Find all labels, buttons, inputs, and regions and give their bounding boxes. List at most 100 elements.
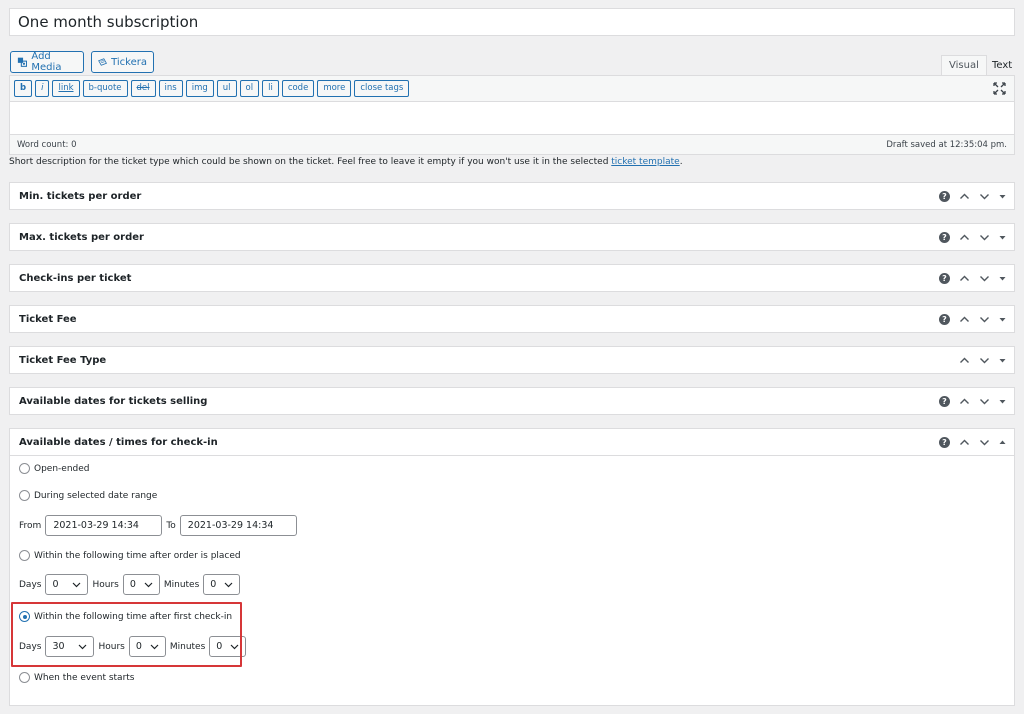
help-icon[interactable]: ? xyxy=(939,396,950,407)
to-date-input[interactable]: 2021-03-29 14:34 xyxy=(179,515,297,536)
radio-after-first-checkin[interactable] xyxy=(19,611,30,622)
help-icon[interactable]: ? xyxy=(939,273,950,284)
toggle-arrow-icon[interactable] xyxy=(999,316,1006,323)
panel-header[interactable]: Check-ins per ticket ? xyxy=(10,265,1014,292)
ticket-template-link[interactable]: ticket template xyxy=(611,157,679,167)
description-end: . xyxy=(679,157,683,167)
qt-link-button[interactable]: link xyxy=(52,80,80,97)
option-after-first-checkin[interactable]: Within the following time after first ch… xyxy=(19,611,232,622)
chevron-up-icon[interactable] xyxy=(959,232,970,243)
help-icon[interactable]: ? xyxy=(939,314,950,325)
after-order-hours-select[interactable]: 0 xyxy=(122,574,160,595)
word-count: Word count: 0 xyxy=(17,139,77,150)
after-order-days-select[interactable]: 0 xyxy=(45,574,89,595)
chevron-down-icon[interactable] xyxy=(979,273,990,284)
toggle-arrow-icon[interactable] xyxy=(999,357,1006,364)
panel-header[interactable]: Max. tickets per order ? xyxy=(10,224,1014,251)
panel-header[interactable]: Min. tickets per order ? xyxy=(10,183,1014,210)
option-event-starts[interactable]: When the event starts xyxy=(19,672,134,683)
radio-after-order[interactable] xyxy=(19,550,30,561)
toggle-arrow-icon[interactable] xyxy=(999,234,1006,241)
qt-code-button[interactable]: code xyxy=(281,80,315,97)
qt-close-tags-button[interactable]: close tags xyxy=(354,80,410,97)
chevron-up-icon[interactable] xyxy=(959,396,970,407)
days-label: Days xyxy=(19,641,42,652)
option-label: Within the following time after first ch… xyxy=(34,611,233,622)
field-description: Short description for the ticket type wh… xyxy=(9,157,683,167)
panel-min-tickets: Min. tickets per order ? xyxy=(9,182,1015,210)
qt-img-button[interactable]: img xyxy=(185,80,214,97)
radio-event-starts[interactable] xyxy=(19,672,30,683)
panel-available-dates-selling: Available dates for tickets selling ? xyxy=(9,387,1015,415)
option-label: When the event starts xyxy=(34,672,135,683)
chevron-down-icon[interactable] xyxy=(979,355,990,366)
add-media-button[interactable]: Add Media xyxy=(10,51,84,73)
option-date-range[interactable]: During selected date range xyxy=(19,490,157,501)
panel-title: Available dates for tickets selling xyxy=(19,396,208,407)
hours-label: Hours xyxy=(98,641,125,652)
minutes-label: Minutes xyxy=(169,641,206,652)
radio-open-ended[interactable] xyxy=(19,463,30,474)
title-input[interactable]: One month subscription xyxy=(9,8,1015,36)
panel-header[interactable]: Available dates / times for check-in ? xyxy=(10,429,1014,456)
chevron-down-icon[interactable] xyxy=(979,232,990,243)
tickera-button[interactable]: Tickera xyxy=(91,51,154,73)
panel-checkin-dates: Available dates / times for check-in ? O… xyxy=(9,428,1015,706)
chevron-down-icon[interactable] xyxy=(979,396,990,407)
qt-italic-button[interactable]: i xyxy=(35,80,50,97)
qt-blockquote-button[interactable]: b-quote xyxy=(82,80,128,97)
qt-more-button[interactable]: more xyxy=(317,80,352,97)
after-checkin-minutes-select[interactable]: 0 xyxy=(209,636,247,657)
ticket-icon xyxy=(98,58,108,66)
panel-title: Ticket Fee xyxy=(19,314,77,325)
panel-max-tickets: Max. tickets per order ? xyxy=(9,223,1015,251)
hours-label: Hours xyxy=(92,579,119,590)
option-after-order[interactable]: Within the following time after order is… xyxy=(19,550,241,561)
chevron-down-icon xyxy=(230,644,239,649)
tab-text[interactable]: Text xyxy=(984,55,1020,75)
toggle-arrow-icon[interactable] xyxy=(999,193,1006,200)
help-icon[interactable]: ? xyxy=(939,437,950,448)
select-value: 30 xyxy=(52,641,65,652)
chevron-up-icon[interactable] xyxy=(959,314,970,325)
qt-ins-button[interactable]: ins xyxy=(158,80,183,97)
toggle-arrow-icon[interactable] xyxy=(999,398,1006,405)
help-icon[interactable]: ? xyxy=(939,232,950,243)
qt-ol-button[interactable]: ol xyxy=(239,80,260,97)
fullscreen-icon[interactable] xyxy=(993,82,1006,95)
after-order-minutes-select[interactable]: 0 xyxy=(203,574,241,595)
chevron-up-icon[interactable] xyxy=(959,273,970,284)
chevron-up-icon[interactable] xyxy=(959,191,970,202)
from-date-input[interactable]: 2021-03-29 14:34 xyxy=(45,515,163,536)
select-value: 0 xyxy=(52,579,59,590)
qt-ul-button[interactable]: ul xyxy=(216,80,237,97)
after-checkin-hours-select[interactable]: 0 xyxy=(128,636,166,657)
help-icon[interactable]: ? xyxy=(939,191,950,202)
panel-title: Available dates / times for check-in xyxy=(19,436,218,448)
radio-date-range[interactable] xyxy=(19,490,30,501)
qt-del-button[interactable]: del xyxy=(130,80,156,97)
toggle-arrow-up-icon[interactable] xyxy=(999,439,1006,446)
toggle-arrow-icon[interactable] xyxy=(999,275,1006,282)
qt-li-button[interactable]: li xyxy=(262,80,279,97)
editor-textarea[interactable] xyxy=(10,102,1014,135)
chevron-down-icon[interactable] xyxy=(979,437,990,448)
option-label: Within the following time after order is… xyxy=(34,550,241,561)
chevron-down-icon[interactable] xyxy=(979,314,990,325)
tickera-label: Tickera xyxy=(111,56,147,68)
after-checkin-days-select[interactable]: 30 xyxy=(45,636,95,657)
panel-header[interactable]: Ticket Fee Type xyxy=(10,347,1014,374)
quicktags-toolbar: b i link b-quote del ins img ul ol li co… xyxy=(10,76,1014,102)
qt-bold-button[interactable]: b xyxy=(14,80,33,97)
chevron-up-icon[interactable] xyxy=(959,355,970,366)
select-value: 0 xyxy=(216,641,223,652)
description-text: Short description for the ticket type wh… xyxy=(9,157,612,167)
tab-visual[interactable]: Visual xyxy=(941,55,987,75)
chevron-up-icon[interactable] xyxy=(959,437,970,448)
draft-saved-status: Draft saved at 12:35:04 pm. xyxy=(886,139,1007,150)
panel-header[interactable]: Available dates for tickets selling ? xyxy=(10,388,1014,415)
panel-header[interactable]: Ticket Fee ? xyxy=(10,306,1014,333)
chevron-down-icon[interactable] xyxy=(979,191,990,202)
panel-title: Check-ins per ticket xyxy=(19,273,132,284)
option-open-ended[interactable]: Open-ended xyxy=(19,463,90,474)
